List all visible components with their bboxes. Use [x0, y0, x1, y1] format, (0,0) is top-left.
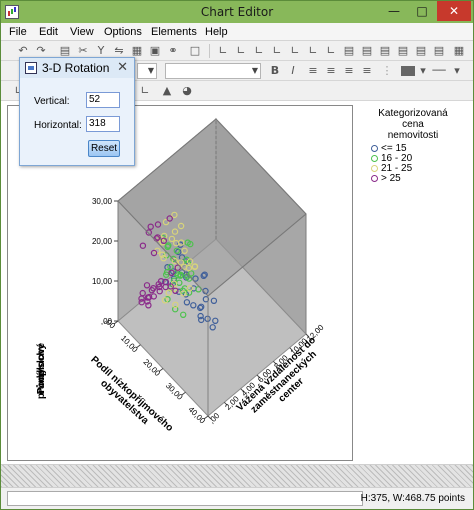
annotation-icon[interactable]: ∟ [323, 44, 339, 58]
line-style-icon[interactable]: ⋮ [379, 64, 395, 78]
z-tick-label: 30,00 [92, 197, 113, 206]
close-button[interactable]: ✕ [437, 1, 471, 21]
legend-marker [371, 165, 378, 172]
rotation-dialog: 3-D Rotation ✕ Vertical: 52 Horizontal: … [19, 57, 135, 166]
textbox-icon[interactable]: ▤ [377, 44, 393, 58]
menu-bar: File Edit View Options Elements Help [1, 23, 473, 41]
cut-icon[interactable]: ✂ [75, 44, 91, 58]
line-weight-icon[interactable]: ── [429, 64, 449, 78]
italic-icon[interactable]: I [285, 64, 301, 78]
chevron-down-icon[interactable]: ▾ [449, 64, 465, 78]
interpolation-icon[interactable]: ∟ [305, 44, 321, 58]
distribution-icon[interactable]: ▤ [431, 44, 447, 58]
fill-color-swatch[interactable] [401, 66, 415, 76]
redo-icon[interactable]: ↷ [33, 44, 49, 58]
menu-view[interactable]: View [70, 26, 94, 38]
legend-title-line: Kategorizovaná [378, 108, 448, 119]
area-chart-icon[interactable]: ▲ [159, 84, 175, 98]
dialog-title: 3-D Rotation [42, 61, 110, 75]
legend-icon[interactable]: ▤ [395, 44, 411, 58]
align-right-icon[interactable]: ≡ [341, 64, 357, 78]
font-combo[interactable]: ▼ [137, 63, 157, 79]
line-chart-icon[interactable]: ∟ [137, 84, 153, 98]
reset-button[interactable]: Reset [88, 140, 120, 157]
lasso-icon[interactable]: ⚭ [165, 44, 181, 58]
title-icon[interactable]: ▤ [341, 44, 357, 58]
maximize-button[interactable]: □ [409, 1, 435, 21]
toolbar-separator [209, 44, 210, 58]
x-axis-title: Podíl nízkopříjmovéhoobyvatelstva [81, 354, 175, 442]
rotation-icon [25, 62, 37, 74]
legend[interactable]: Kategorizovaná cena nemovitosti <= 15 16 … [357, 108, 469, 184]
filter-icon[interactable]: Y [93, 44, 109, 58]
reference-line-icon[interactable]: ∟ [269, 44, 285, 58]
properties-icon[interactable]: ▤ [57, 44, 73, 58]
z-axis-icon[interactable]: ∟ [251, 44, 267, 58]
vertical-label: Vertical: [34, 96, 70, 107]
z-axis-title-line: plochy [36, 343, 47, 376]
z-axis-title: Podílprůmyslovéplochy [35, 342, 47, 399]
z-tick-label: 10,00 [92, 277, 113, 286]
chart-editor-window: Chart Editor — □ ✕ File Edit View Option… [0, 0, 474, 510]
align-justify-icon[interactable]: ≡ [359, 64, 375, 78]
menu-elements[interactable]: Elements [151, 26, 197, 38]
legend-marker [371, 175, 378, 182]
data-labels-icon[interactable]: ▤ [413, 44, 429, 58]
transpose-icon[interactable]: ⇋ [111, 44, 127, 58]
menu-file[interactable]: File [9, 26, 27, 38]
y-axis-icon[interactable]: ∟ [233, 44, 249, 58]
chart-type-icon[interactable]: ▣ [147, 44, 163, 58]
minimize-button[interactable]: — [381, 1, 407, 21]
align-center-icon[interactable]: ≡ [323, 64, 339, 78]
legend-item[interactable]: > 25 [371, 174, 469, 184]
chevron-down-icon: ▼ [147, 66, 154, 75]
title-bar: Chart Editor — □ ✕ [1, 1, 473, 23]
grid-icon[interactable]: ▦ [129, 44, 145, 58]
align-left-icon[interactable]: ≡ [305, 64, 321, 78]
dialog-title-bar[interactable]: 3-D Rotation ✕ [20, 58, 134, 78]
horizontal-label: Horizontal: [34, 120, 82, 131]
footnote-icon[interactable]: ▤ [359, 44, 375, 58]
undo-icon[interactable]: ↶ [15, 44, 31, 58]
size-combo[interactable]: ▼ [165, 63, 261, 79]
grid-lines-icon[interactable]: ▦ [451, 44, 467, 58]
horizontal-input[interactable]: 318 [86, 116, 120, 132]
legend-marker [371, 145, 378, 152]
legend-item-label: > 25 [381, 173, 401, 184]
splitter-bar[interactable] [1, 465, 473, 487]
pie-chart-icon[interactable]: ◕ [179, 84, 195, 98]
x-axis-icon[interactable]: ∟ [215, 44, 231, 58]
bold-icon[interactable]: B [267, 64, 283, 78]
menu-edit[interactable]: Edit [39, 26, 58, 38]
z-tick-label: 20,00 [92, 237, 113, 246]
status-bar: H:375, W:468.75 points [1, 487, 473, 509]
legend-title-line: nemovitosti [387, 130, 439, 141]
vertical-input[interactable]: 52 [86, 92, 120, 108]
legend-title-line: cena [402, 119, 424, 130]
menu-help[interactable]: Help [205, 26, 228, 38]
status-size-text: H:375, W:468.75 points [360, 493, 465, 504]
chevron-down-icon: ▼ [251, 66, 258, 75]
comment-icon[interactable]: □ [187, 44, 203, 58]
status-message-field [7, 491, 363, 506]
legend-marker [371, 155, 378, 162]
menu-options[interactable]: Options [104, 26, 142, 38]
fit-line-icon[interactable]: ∟ [287, 44, 303, 58]
close-icon[interactable]: ✕ [117, 60, 128, 75]
